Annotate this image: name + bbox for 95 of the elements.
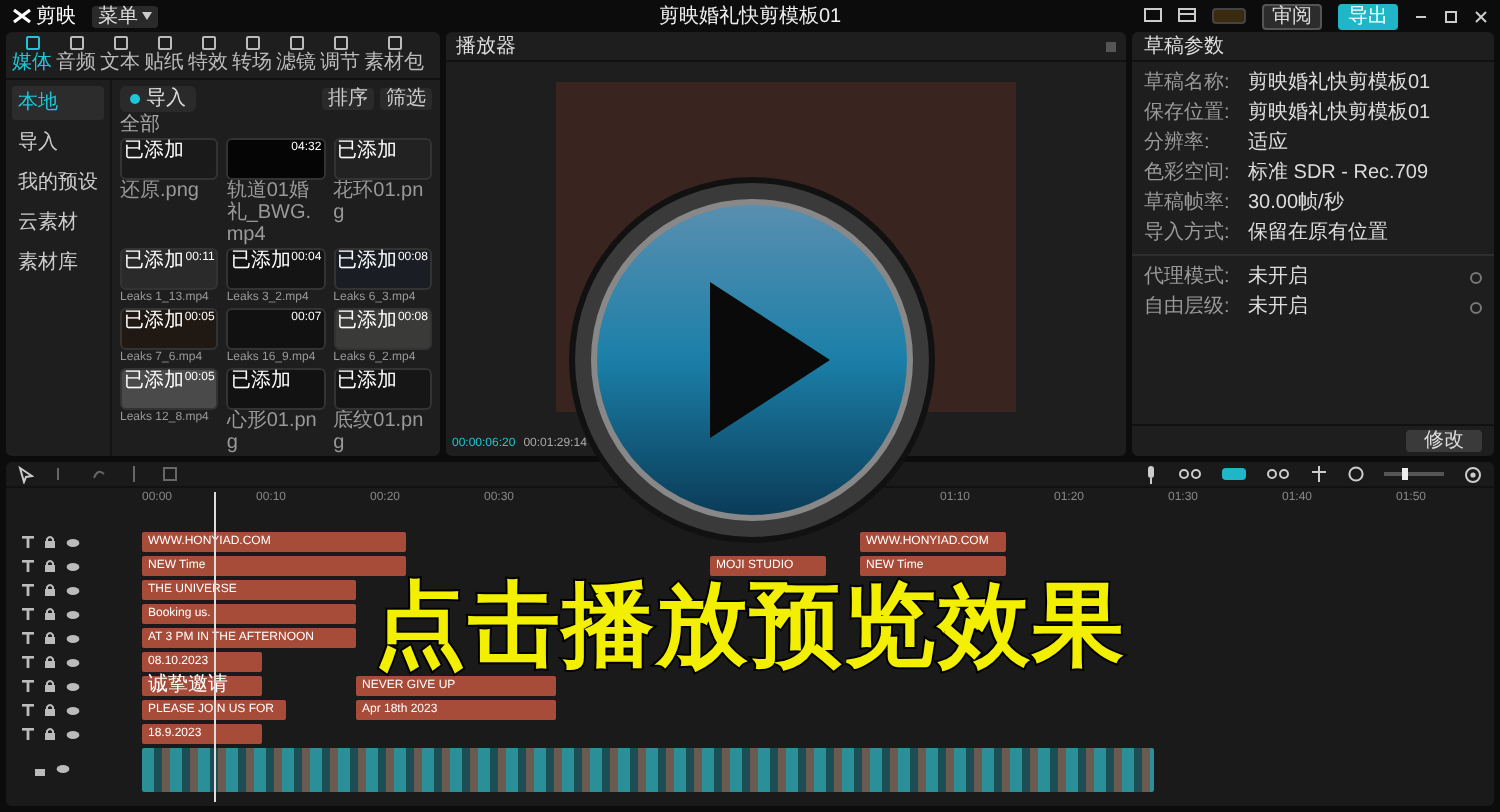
review-button[interactable]: 审阅 — [1262, 3, 1322, 29]
lock-icon[interactable] — [44, 656, 56, 668]
lock-icon[interactable] — [44, 704, 56, 716]
text-track-icon — [22, 728, 34, 740]
caret-icon[interactable] — [142, 12, 152, 20]
tool-tab[interactable]: 特效 — [188, 36, 228, 74]
lock-icon[interactable] — [44, 680, 56, 692]
field-label: 草稿名称: — [1144, 72, 1232, 94]
text-track-icon — [22, 584, 34, 596]
added-label: 已添加 — [337, 140, 398, 162]
text-track-icon — [22, 680, 34, 692]
field-label: 代理模式: — [1144, 266, 1232, 288]
text-track-icon — [22, 608, 34, 620]
tool-tab[interactable]: 贴纸 — [144, 36, 184, 74]
lock-icon[interactable] — [34, 764, 46, 776]
media-thumbnail[interactable]: 已添加 — [333, 368, 432, 410]
media-filename: 还原.png — [120, 180, 201, 202]
player-title: 播放器 — [456, 33, 516, 60]
app-logo-icon — [12, 8, 32, 24]
lock-icon[interactable] — [44, 584, 56, 596]
eye-icon[interactable] — [56, 764, 70, 774]
lock-icon[interactable] — [44, 560, 56, 572]
text-track-icon — [22, 632, 34, 644]
lock-icon[interactable] — [44, 728, 56, 740]
lock-icon[interactable] — [44, 536, 56, 548]
tool-tab[interactable]: 转场 — [232, 36, 272, 74]
field-label: 草稿帧率: — [1144, 192, 1232, 214]
filter-button[interactable]: 筛选 — [380, 88, 432, 110]
settings-icon[interactable] — [1464, 465, 1482, 483]
zoom-slider-handle[interactable] — [1401, 468, 1407, 480]
field-label: 自由层级: — [1144, 296, 1232, 318]
sidebar-item[interactable]: 我的预设 — [12, 166, 104, 200]
section-label: 全部 — [120, 114, 162, 136]
field-value: 未开启 — [1248, 296, 1310, 318]
text-track-icon — [22, 536, 34, 548]
project-title: 剪映婚礼快剪模板01 — [658, 3, 842, 30]
monitor-icon[interactable] — [1144, 8, 1162, 24]
tool-tab[interactable]: 文本 — [100, 36, 140, 74]
field-value: 剪映婚礼快剪模板01 — [1248, 72, 1433, 94]
media-filename: 花环01.png — [333, 180, 426, 224]
media-thumbnail[interactable]: 已添加 — [333, 138, 432, 180]
field-value: 适应 — [1248, 132, 1290, 154]
tool-tab[interactable]: 素材包 — [364, 36, 424, 74]
field-value: 标准 SDR - Rec.709 — [1248, 162, 1431, 184]
sort-button[interactable]: 排序 — [322, 88, 374, 110]
field-value: 30.00帧/秒 — [1248, 192, 1346, 214]
added-label: 已添加 — [337, 250, 398, 272]
field-label: 导入方式: — [1144, 222, 1232, 244]
media-filename: 底纹01.png — [333, 410, 426, 454]
info-icon[interactable] — [1470, 301, 1482, 313]
added-label: 已添加 — [124, 370, 184, 392]
info-icon[interactable] — [1470, 271, 1482, 283]
media-filename: 心形01.png — [226, 410, 319, 454]
tool-tab[interactable]: 音频 — [56, 36, 96, 74]
field-label: 色彩空间: — [1144, 162, 1232, 184]
added-label: 已添加 — [230, 250, 291, 272]
import-button[interactable]: 导入 — [120, 86, 196, 112]
lock-icon[interactable] — [44, 632, 56, 644]
added-label: 已添加 — [337, 310, 398, 332]
field-label: 保存位置: — [1144, 102, 1232, 124]
maximize-icon[interactable] — [1444, 9, 1458, 23]
text-track-icon — [22, 656, 34, 668]
added-label: 已添加 — [230, 370, 291, 392]
app-name: 剪映 — [36, 3, 76, 30]
text-track-icon — [22, 560, 34, 572]
media-filename: 轨道01婚礼_BWG.mp4 — [226, 180, 314, 246]
field-value: 剪映婚礼快剪模板01 — [1248, 102, 1433, 124]
tool-tab[interactable]: 媒体 — [12, 36, 52, 74]
layout-icon[interactable] — [1178, 8, 1196, 24]
sidebar-item[interactable]: 导入 — [12, 126, 104, 160]
added-label: 已添加 — [124, 310, 184, 332]
redo-icon[interactable] — [90, 466, 106, 482]
media-thumbnail[interactable]: 已添加 — [120, 138, 219, 180]
field-label: 分辨率: — [1144, 132, 1212, 154]
sidebar-item[interactable]: 云素材 — [12, 206, 104, 240]
promo-caption: 点击播放预览效果 — [374, 578, 1126, 670]
menu-button[interactable]: 菜单 — [92, 5, 158, 27]
sidebar-item[interactable]: 素材库 — [12, 246, 104, 280]
lock-icon[interactable] — [44, 608, 56, 620]
added-label: 已添加 — [124, 250, 184, 272]
video-clip-filmstrip[interactable] — [142, 748, 1154, 792]
tool-tab[interactable]: 调节 — [320, 36, 360, 74]
field-value: 未开启 — [1248, 266, 1310, 288]
sidebar-item[interactable]: 本地 — [12, 86, 104, 120]
media-thumbnail[interactable]: 已添加 — [226, 368, 326, 410]
added-label: 已添加 — [337, 370, 398, 392]
tool-tab[interactable]: 滤镜 — [276, 36, 316, 74]
field-value: 保留在原有位置 — [1248, 222, 1390, 244]
close-icon[interactable] — [1474, 9, 1488, 23]
added-label: 已添加 — [124, 140, 184, 162]
text-track-icon — [22, 704, 34, 716]
microphone-icon[interactable] — [1144, 465, 1158, 483]
modify-button[interactable]: 修改 — [1406, 430, 1482, 452]
cursor-icon[interactable] — [18, 465, 34, 483]
panel-title: 草稿参数 — [1132, 32, 1494, 62]
